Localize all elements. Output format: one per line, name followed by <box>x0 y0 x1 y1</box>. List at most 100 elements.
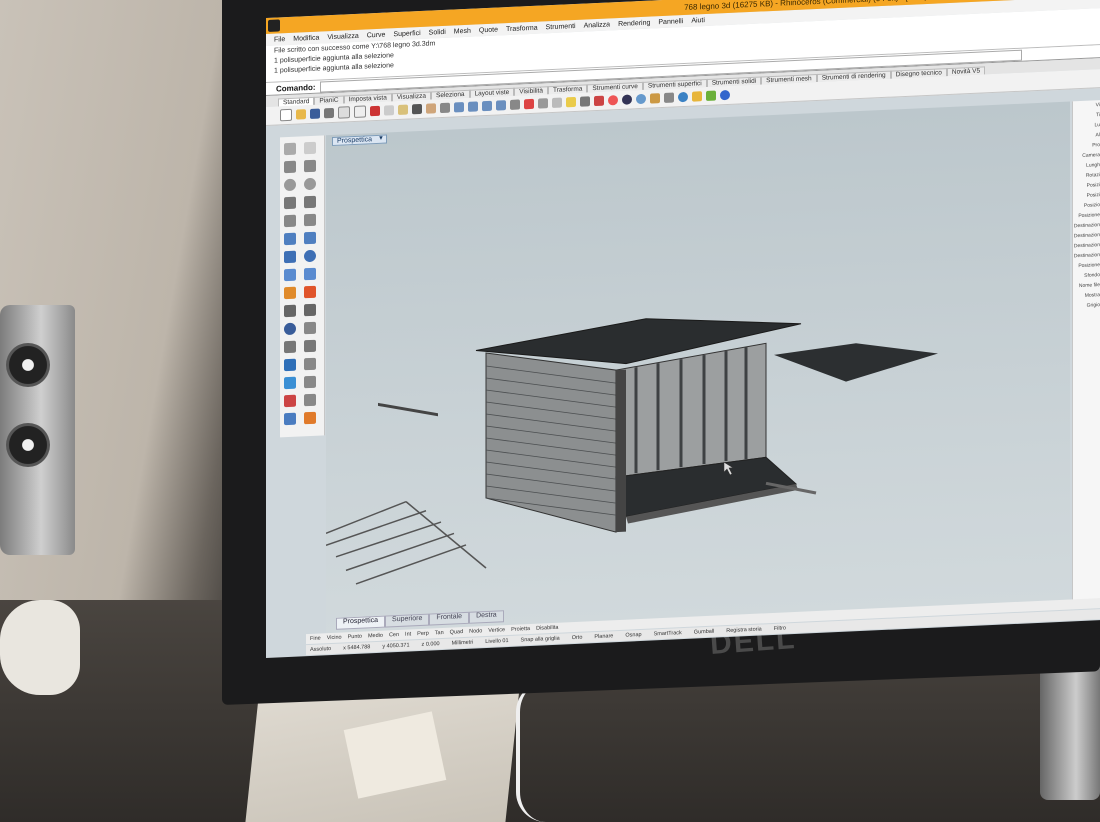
extrude-surface-icon[interactable] <box>304 231 316 245</box>
copy-icon[interactable] <box>384 105 394 116</box>
scale-icon[interactable] <box>304 321 316 335</box>
menu-mesh[interactable]: Mesh <box>454 27 471 35</box>
menu-trasforma[interactable]: Trasforma <box>506 24 538 32</box>
tab-destra[interactable]: Destra <box>469 610 504 624</box>
help-icon[interactable] <box>678 91 688 103</box>
render-icon[interactable] <box>608 95 618 106</box>
light-icon[interactable] <box>566 96 576 108</box>
osnap-option[interactable]: Nodo <box>469 628 482 635</box>
menu-pannelli[interactable]: Pannelli <box>658 18 683 26</box>
zoom-icon[interactable] <box>454 102 464 113</box>
print-icon[interactable] <box>324 107 334 119</box>
menu-modifica[interactable]: Modifica <box>293 34 319 42</box>
osnap-option[interactable]: Proietta <box>511 626 530 633</box>
menu-file[interactable]: File <box>274 36 285 44</box>
circle-icon[interactable] <box>284 178 296 192</box>
import-icon[interactable] <box>338 106 350 119</box>
offset-icon[interactable] <box>304 213 316 227</box>
osnap-option[interactable]: Punto <box>348 634 362 641</box>
polygon-icon[interactable] <box>284 196 296 210</box>
menu-rendering[interactable]: Rendering <box>618 19 650 27</box>
pan-hand-icon[interactable] <box>426 103 436 114</box>
osnap-option[interactable]: Int <box>405 631 411 637</box>
zoom-selected-icon[interactable] <box>496 100 506 111</box>
block-icon[interactable] <box>284 412 296 426</box>
shade-icon[interactable] <box>622 94 632 105</box>
boolean-icon[interactable] <box>284 268 296 282</box>
sphere-solid-icon[interactable] <box>304 249 316 263</box>
zoom-extents-icon[interactable] <box>482 100 492 112</box>
menu-superfici[interactable]: Superfici <box>393 29 420 37</box>
check-icon[interactable] <box>304 393 316 407</box>
cut-icon[interactable] <box>370 105 380 117</box>
grid-icon[interactable] <box>284 394 296 408</box>
status-grid-snap[interactable]: Snap alla griglia <box>521 636 560 644</box>
menu-curve[interactable]: Curve <box>367 31 386 39</box>
curve-icon[interactable] <box>304 159 316 173</box>
fillet-icon[interactable] <box>284 214 296 228</box>
status-record-history[interactable]: Registra storia <box>726 626 761 634</box>
rotate-view-icon[interactable] <box>440 102 450 114</box>
tab-pianic[interactable]: PianiC <box>314 95 344 105</box>
grid-snap-icon[interactable] <box>538 98 548 109</box>
light-bulb-icon[interactable] <box>692 91 702 102</box>
tab-visibilita[interactable]: Visibilità <box>514 86 548 96</box>
plugin-icon[interactable] <box>706 90 716 102</box>
menu-aiuti[interactable]: Aiuti <box>691 17 705 25</box>
cplane-icon[interactable] <box>524 98 534 110</box>
osnap-option[interactable]: Fine <box>310 636 321 642</box>
status-planar[interactable]: Planare <box>594 633 613 640</box>
tab-standard[interactable]: Standard <box>278 96 315 107</box>
arc-icon[interactable] <box>304 177 316 191</box>
viewport-layout-icon[interactable] <box>510 99 520 110</box>
menu-quote[interactable]: Quote <box>479 26 498 34</box>
status-layer[interactable]: Livello 01 <box>485 638 508 645</box>
save-icon[interactable] <box>310 108 320 120</box>
undo-icon[interactable] <box>412 103 422 115</box>
menu-solidi[interactable]: Solidi <box>429 28 446 36</box>
status-osnap[interactable]: Osnap <box>625 632 641 639</box>
menu-analizza[interactable]: Analizza <box>584 21 610 29</box>
new-file-icon[interactable] <box>280 108 292 122</box>
layer-icon[interactable] <box>594 95 604 107</box>
dimension-icon[interactable] <box>304 357 316 371</box>
select-icon[interactable] <box>552 97 562 109</box>
perspective-viewport[interactable]: Prospettica ▼ <box>326 101 1070 636</box>
trim-icon[interactable] <box>304 285 316 299</box>
array-icon[interactable] <box>304 339 316 353</box>
rectangle-icon[interactable] <box>304 195 316 209</box>
globe-icon[interactable] <box>720 89 730 101</box>
clipboard-icon[interactable] <box>354 105 366 119</box>
lock-icon[interactable] <box>580 96 590 107</box>
copy-object-icon[interactable] <box>304 303 316 317</box>
explode-icon[interactable] <box>284 286 296 300</box>
analyze-icon[interactable] <box>304 375 316 389</box>
rotate-icon[interactable] <box>284 322 296 336</box>
surface-icon[interactable] <box>284 232 296 246</box>
status-ortho[interactable]: Orto <box>572 635 583 641</box>
status-filter[interactable]: Filtro <box>774 625 786 632</box>
polyline-icon[interactable] <box>284 160 296 174</box>
options-gear-icon[interactable] <box>664 92 674 103</box>
point-icon[interactable] <box>304 141 316 155</box>
osnap-option[interactable]: Medio <box>368 633 383 640</box>
box-solid-icon[interactable] <box>284 250 296 264</box>
render-preview-icon[interactable] <box>284 376 296 390</box>
tab-frontale[interactable]: Frontale <box>429 611 470 626</box>
tab-superiore[interactable]: Superiore <box>385 613 430 628</box>
zoom-window-icon[interactable] <box>468 101 478 112</box>
osnap-option[interactable]: Tan <box>435 630 444 636</box>
osnap-option[interactable]: Quad <box>450 629 463 636</box>
osnap-option[interactable]: Vicino <box>327 635 342 642</box>
osnap-option[interactable]: Disabilita <box>536 625 558 632</box>
menu-visualizza[interactable]: Visualizza <box>327 32 358 40</box>
paint-icon[interactable] <box>304 411 316 425</box>
material-icon[interactable] <box>636 93 646 105</box>
status-smarttrack[interactable]: SmartTrack <box>654 630 682 637</box>
osnap-option[interactable]: Cen <box>389 632 399 638</box>
text-icon[interactable] <box>284 358 296 372</box>
tab-prospettica[interactable]: Prospettica <box>336 615 386 630</box>
open-folder-icon[interactable] <box>296 109 306 120</box>
move-icon[interactable] <box>284 304 296 318</box>
menu-strumenti[interactable]: Strumenti <box>546 22 576 30</box>
